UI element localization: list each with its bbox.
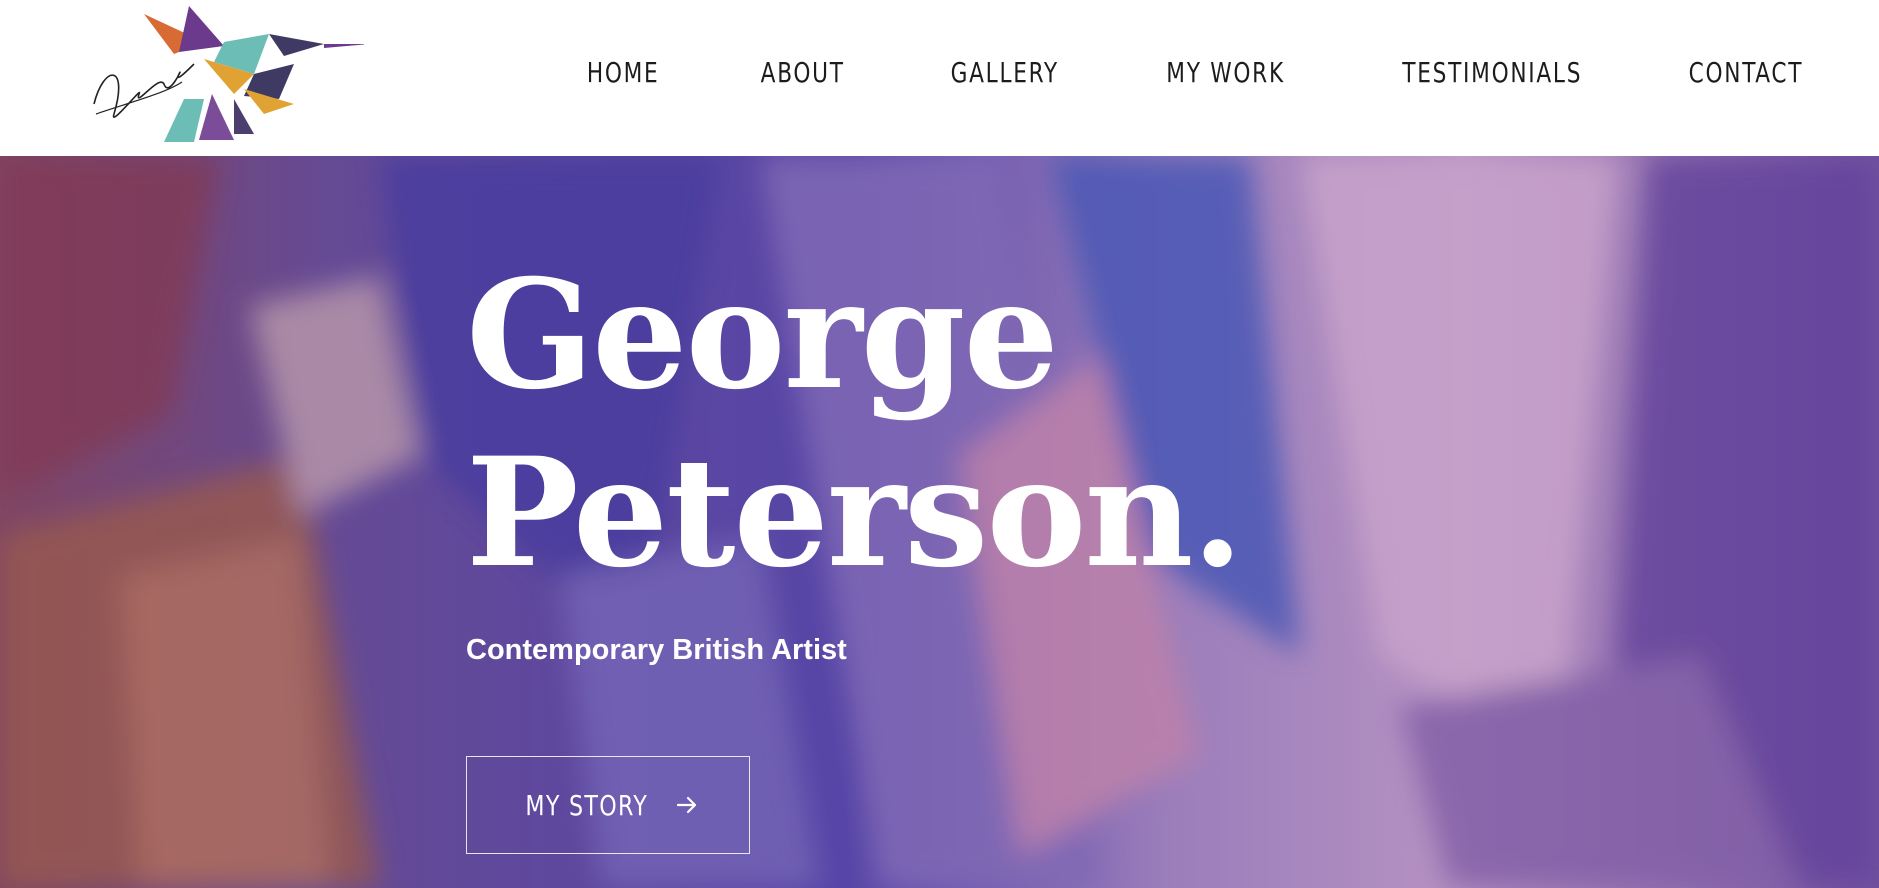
hero-subtitle: Contemporary British Artist [466,634,847,666]
nav-about[interactable]: ABOUT [761,56,845,89]
site-logo[interactable] [84,4,364,148]
nav-home[interactable]: HOME [587,56,660,89]
main-nav: HOME ABOUT GALLERY MY WORK TESTIMONIALS … [575,52,1803,92]
hero-content: George Peterson. Contemporary British Ar… [466,246,1244,667]
arrow-right-icon [676,796,696,814]
origami-hummingbird-icon [93,6,364,142]
hero-section: George Peterson. Contemporary British Ar… [0,156,1879,888]
nav-testimonials[interactable]: TESTIMONIALS [1402,56,1582,89]
my-story-label: MY STORY [525,788,649,822]
nav-gallery[interactable]: GALLERY [951,56,1059,89]
hero-title-line-1: George [466,247,1059,423]
nav-my-work[interactable]: MY WORK [1166,56,1285,89]
my-story-button[interactable]: MY STORY [466,756,750,854]
site-header: HOME ABOUT GALLERY MY WORK TESTIMONIALS … [0,0,1879,156]
hero-title-line-2: Peterson. [466,425,1244,601]
nav-contact[interactable]: CONTACT [1688,56,1803,89]
hero-title: George Peterson. [466,246,1244,602]
